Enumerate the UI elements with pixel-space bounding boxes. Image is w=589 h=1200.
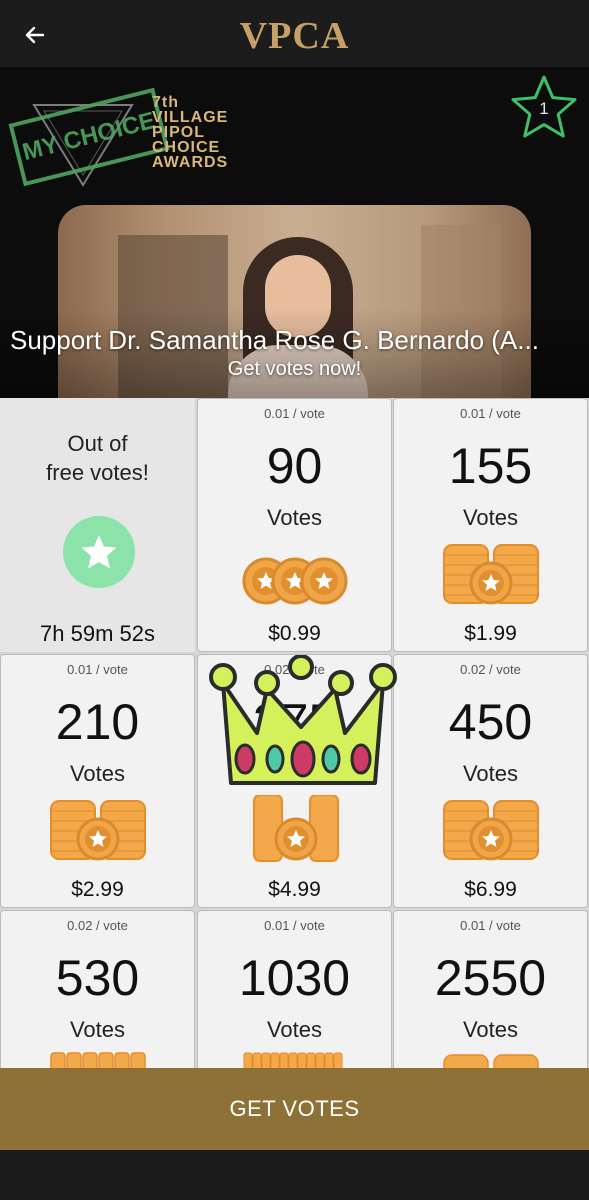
package-card[interactable]: 0.01 / vote 155 Votes $1.99	[393, 398, 588, 652]
votes-label: Votes	[266, 1017, 323, 1042]
package-card[interactable]: 0.02 / vote 450 Votes $6.99	[393, 654, 588, 908]
package-card[interactable]: 0.02 / vote 275 Votes $4.99	[197, 654, 392, 908]
free-vote-timer: 7h 59m 52s	[40, 621, 155, 646]
vote-amount: 275	[252, 694, 337, 750]
coin-stacks-icon	[198, 794, 391, 865]
package-card[interactable]: 0.01 / vote 1030 Votes	[197, 910, 392, 1068]
vote-count: 1	[539, 99, 549, 118]
star-icon	[81, 535, 117, 569]
coin-stacks-icon	[198, 1051, 391, 1068]
coin-stacks-icon	[1, 795, 194, 865]
vote-amount: 530	[55, 950, 140, 1006]
votes-label: Votes	[266, 761, 323, 786]
coin-stacks-icon	[394, 795, 587, 865]
package-card[interactable]: 0.01 / vote 90 Votes $0.99	[197, 398, 392, 652]
price-per-vote: 0.02 / vote	[264, 662, 325, 677]
nominee-banner: MY CHOICE 7th VILLAGE PIPOL CHOICE AWARD…	[0, 67, 589, 398]
vote-count-badge[interactable]: 1	[509, 73, 579, 143]
free-votes-card: Out of free votes! 7h 59m 52s	[0, 398, 195, 652]
free-vote-star	[63, 516, 135, 588]
awards-logo-text: 7th VILLAGE PIPOL CHOICE AWARDS	[152, 94, 229, 171]
package-price: $4.99	[268, 878, 321, 901]
vote-amount: 90	[266, 438, 323, 494]
votes-label: Votes	[462, 505, 519, 530]
vote-package-grid: Out of free votes! 7h 59m 52s 0.01 / vot…	[0, 398, 589, 1068]
get-votes-button[interactable]: GET VOTES	[0, 1068, 589, 1150]
price-per-vote: 0.01 / vote	[67, 662, 128, 677]
price-per-vote: 0.02 / vote	[67, 918, 128, 933]
coin-stacks-icon	[394, 1051, 587, 1068]
app-header: VPCA	[0, 0, 589, 67]
price-per-vote: 0.01 / vote	[460, 406, 521, 421]
price-per-vote: 0.02 / vote	[460, 662, 521, 677]
app-title: VPCA	[239, 15, 350, 57]
package-price: $6.99	[464, 878, 517, 901]
free-votes-message: Out of free votes!	[46, 431, 149, 485]
coins-icon	[198, 539, 391, 609]
votes-label: Votes	[266, 505, 323, 530]
coin-stacks-icon	[394, 539, 587, 609]
votes-label: Votes	[69, 1017, 126, 1042]
package-card[interactable]: 0.01 / vote 2550 Votes	[393, 910, 588, 1068]
awards-logo: MY CHOICE 7th VILLAGE PIPOL CHOICE AWARD…	[8, 85, 234, 245]
price-per-vote: 0.01 / vote	[264, 406, 325, 421]
coin-stacks-icon	[1, 1051, 194, 1068]
package-price: $0.99	[268, 622, 321, 645]
votes-label: Votes	[462, 1017, 519, 1042]
price-per-vote: 0.01 / vote	[264, 918, 325, 933]
package-price: $1.99	[464, 622, 517, 645]
bottom-bar	[0, 1150, 589, 1200]
vote-amount: 155	[448, 438, 533, 494]
package-card[interactable]: 0.02 / vote 530 Votes	[0, 910, 195, 1068]
package-price: $2.99	[71, 878, 124, 901]
votes-label: Votes	[69, 761, 126, 786]
vote-amount: 2550	[434, 950, 547, 1006]
vote-amount: 1030	[238, 950, 351, 1006]
banner-subtitle: Get votes now!	[227, 358, 362, 380]
votes-label: Votes	[462, 761, 519, 786]
price-per-vote: 0.01 / vote	[460, 918, 521, 933]
vote-amount: 450	[448, 694, 533, 750]
vote-amount: 210	[55, 694, 140, 750]
package-card[interactable]: 0.01 / vote 210 Votes $2.99	[0, 654, 195, 908]
support-heading: Support Dr. Samantha Rose G. Bernardo (A…	[10, 325, 539, 355]
